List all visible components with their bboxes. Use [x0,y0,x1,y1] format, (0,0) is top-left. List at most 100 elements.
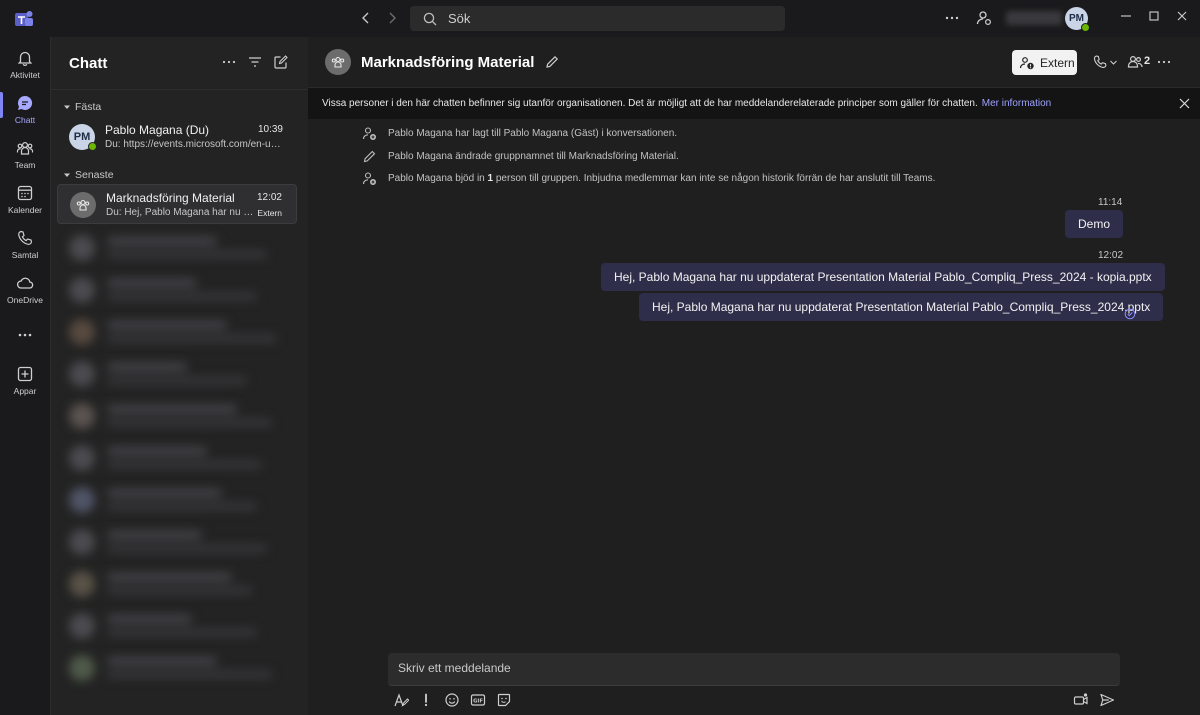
rail-item-aktivitet[interactable]: Aktivitet [0,43,50,85]
extern-label: Extern [1040,55,1075,70]
section-pinned[interactable]: Fästa [63,101,101,113]
more-options-icon[interactable] [943,9,961,27]
rail-label: Aktivitet [10,70,40,80]
chat-title: Marknadsföring Material [361,54,535,71]
chat-header: Marknadsföring Material Extern 2 [308,37,1200,88]
more-options-icon[interactable] [1156,54,1172,70]
filter-icon[interactable] [247,54,263,70]
chat-item-marknadsforing[interactable]: Marknadsföring Material 12:02 Du: Hej, P… [57,184,297,224]
maximize-icon[interactable] [1146,8,1162,24]
rail-label: Appar [13,386,37,396]
message-timestamp: 11:14 [1098,197,1123,208]
presence-available-icon [88,142,97,151]
chat-item-name: Marknadsföring Material [106,191,235,205]
caret-down-icon [64,105,70,109]
new-chat-icon[interactable] [273,54,289,70]
person-add-icon [362,172,376,185]
gif-icon[interactable]: GIF [470,692,486,708]
back-arrow-icon[interactable] [358,10,374,26]
system-message-text: Pablo Magana har lagt till Pablo Magana … [388,128,678,139]
chat-list-title: Chatt [69,55,108,72]
banner-text: Vissa personer i den här chatten befinne… [322,98,978,109]
chat-item-pinned[interactable]: PM Pablo Magana (Du) 10:39 Du: https://e… [57,117,297,157]
participants-icon[interactable] [1126,53,1144,71]
message-timestamp: 12:02 [1098,250,1124,261]
chat-item-time: 10:39 [257,124,283,135]
person-settings-icon[interactable] [975,9,993,27]
close-icon[interactable] [1178,97,1191,110]
avatar: PM [69,124,97,151]
system-text-part: person till gruppen. Inbjudna medlemmar … [493,173,936,184]
chat-item-time: 12:02 [256,192,282,203]
seen-check-icon [1124,308,1136,320]
minimize-icon[interactable] [1118,8,1134,24]
rail-label: Team [14,160,36,170]
rail-label: Samtal [11,250,39,260]
send-icon[interactable] [1099,692,1115,708]
message-bubble[interactable]: Hej, Pablo Magana har nu uppdaterat Pres… [601,263,1165,291]
message-bubble[interactable]: Hej, Pablo Magana har nu uppdaterat Pres… [639,293,1164,321]
cloud-icon [16,277,34,289]
rail-item-kalender[interactable]: Kalender [0,178,50,220]
profile-initials: PM [1069,13,1084,24]
section-label: Fästa [75,101,102,113]
chat-list-panel: Chatt Fästa PM Pablo Magana (Du) 10:39 D… [50,37,308,715]
blurred-org-name [1006,11,1062,25]
format-icon[interactable] [393,692,409,708]
message-composer[interactable] [388,653,1120,686]
group-icon [331,56,345,68]
rail-item-chatt[interactable]: Chatt [0,88,50,130]
profile-avatar[interactable]: PM [1065,7,1090,32]
presence-available-icon [1081,23,1090,32]
person-add-icon [362,127,376,140]
search-icon [423,12,437,25]
system-message-text: Pablo Magana bjöd in 1 person till grupp… [388,173,935,184]
external-warning-banner: Vissa personer i den här chatten befinne… [308,88,1200,119]
teams-logo-icon [15,11,33,26]
message-input[interactable] [398,661,1098,675]
banner-link[interactable]: Mer information [982,98,1051,109]
rail-label: Kalender [7,205,43,215]
rail-item-more[interactable] [0,317,50,359]
chat-item-preview: Du: Hej, Pablo Magana har nu uppdaterat … [106,207,256,218]
system-message: Pablo Magana bjöd in 1 person till grupp… [362,171,935,186]
system-text-part: Pablo Magana bjöd in [388,173,488,184]
sticker-icon[interactable] [496,692,512,708]
section-recent[interactable]: Senaste [63,169,114,181]
svg-text:GIF: GIF [473,698,483,704]
extern-button[interactable]: Extern [1012,50,1077,75]
chevron-down-icon[interactable] [1109,58,1118,67]
rail-item-appar[interactable]: Appar [0,359,50,401]
search-box[interactable] [410,6,785,31]
forward-arrow-icon[interactable] [384,10,400,26]
close-window-icon[interactable] [1174,8,1190,24]
system-message-text: Pablo Magana ändrade gruppnamnet till Ma… [388,151,679,162]
rail-item-onedrive[interactable]: OneDrive [0,268,50,310]
emoji-icon[interactable] [444,692,460,708]
pencil-icon[interactable] [544,54,560,70]
search-input[interactable] [448,11,768,26]
participant-count: 2 [1144,55,1151,67]
team-icon [16,141,34,155]
group-avatar [70,192,96,218]
more-options-icon[interactable] [221,54,237,70]
rail-label: Chatt [14,115,36,125]
phone-icon[interactable] [1092,54,1108,70]
important-icon[interactable] [418,692,434,708]
system-message: Pablo Magana ändrade gruppnamnet till Ma… [362,149,679,164]
chat-main: Marknadsföring Material Extern 2 Vissa p… [308,37,1200,715]
phone-icon [18,230,33,245]
rail-item-team[interactable]: Team [0,133,50,175]
chat-icon [18,95,33,110]
video-clip-icon[interactable] [1073,692,1089,708]
caret-down-icon [64,173,70,177]
bell-icon [17,51,33,67]
group-icon [76,199,90,211]
message-bubble[interactable]: Demo [1065,210,1124,238]
avatar-initials: PM [73,131,91,143]
more-icon [18,333,32,337]
pencil-icon [363,150,376,163]
section-label: Senaste [75,169,114,181]
title-bar: PM [0,0,1200,37]
rail-item-samtal[interactable]: Samtal [0,223,50,265]
